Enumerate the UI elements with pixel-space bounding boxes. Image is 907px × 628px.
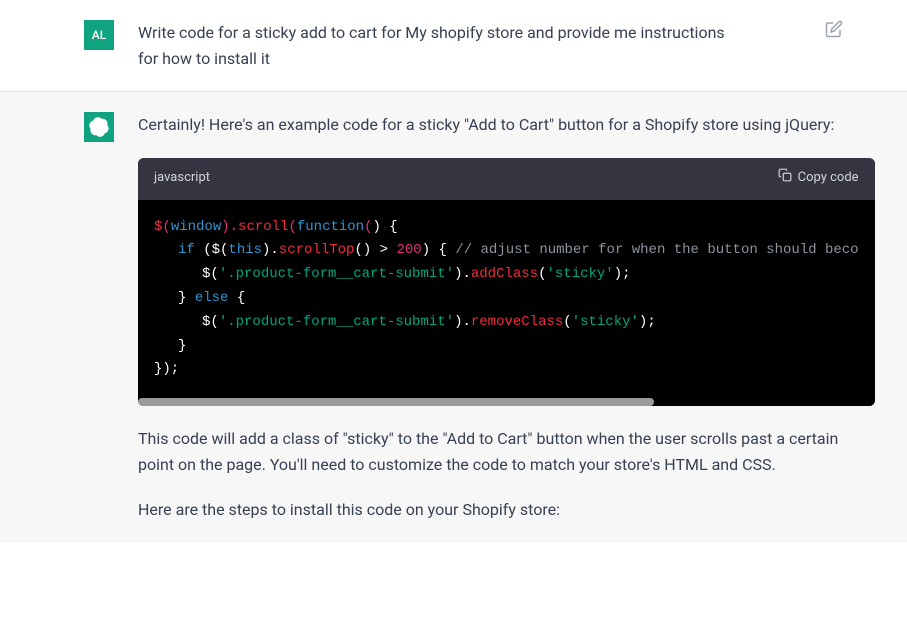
assistant-paragraph-2: Here are the steps to install this code … [138, 497, 875, 523]
user-message-section: AL Write code for a sticky add to cart f… [0, 0, 907, 92]
copy-code-button[interactable]: Copy code [778, 168, 859, 190]
copy-code-label: Copy code [798, 168, 859, 189]
edit-icon[interactable] [825, 20, 843, 71]
code-content[interactable]: $(window).scroll(function() { if ($(this… [138, 200, 875, 399]
code-block: javascript Copy code $(window).scroll(fu… [138, 158, 875, 406]
code-header: javascript Copy code [138, 158, 875, 200]
assistant-avatar [84, 112, 114, 142]
code-horizontal-scrollbar[interactable] [138, 398, 875, 406]
scrollbar-thumb[interactable] [138, 398, 654, 406]
user-avatar: AL [84, 20, 114, 50]
clipboard-icon [778, 168, 792, 190]
user-message-text: Write code for a sticky add to cart for … [138, 20, 801, 71]
code-language-label: javascript [154, 168, 210, 189]
assistant-intro-text: Certainly! Here's an example code for a … [138, 112, 875, 138]
assistant-message-section: Certainly! Here's an example code for a … [0, 92, 907, 543]
assistant-paragraph-1: This code will add a class of "sticky" t… [138, 426, 875, 477]
